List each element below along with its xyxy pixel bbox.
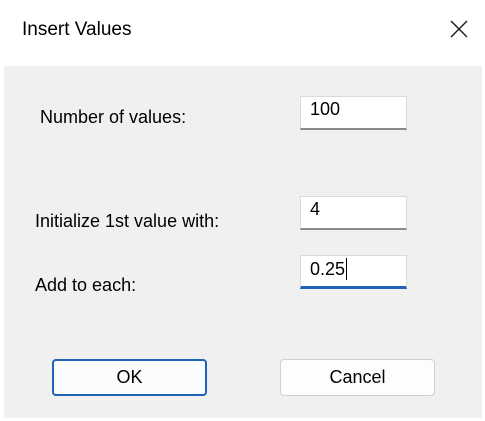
insert-values-dialog: Insert Values Number of values: 100 Init… [0,0,485,421]
initial-value-label: Initialize 1st value with: [35,211,220,231]
add-to-each-field[interactable]: 0.25 [300,255,407,289]
close-button[interactable] [440,10,478,48]
number-of-values-field[interactable]: 100 [300,96,407,130]
ok-button[interactable]: OK [52,359,207,396]
number-of-values-label: Number of values: [40,107,187,127]
cancel-button[interactable]: Cancel [280,359,435,396]
window-title: Insert Values [22,19,132,40]
close-icon [450,20,468,38]
initial-value-field[interactable]: 4 [300,196,407,230]
add-to-each-label: Add to each: [35,275,137,295]
title-bar: Insert Values [0,0,485,66]
dialog-body: Number of values: 100 Initialize 1st val… [4,66,482,418]
text-cursor [346,258,348,280]
add-to-each-value: 0.25 [310,259,346,279]
